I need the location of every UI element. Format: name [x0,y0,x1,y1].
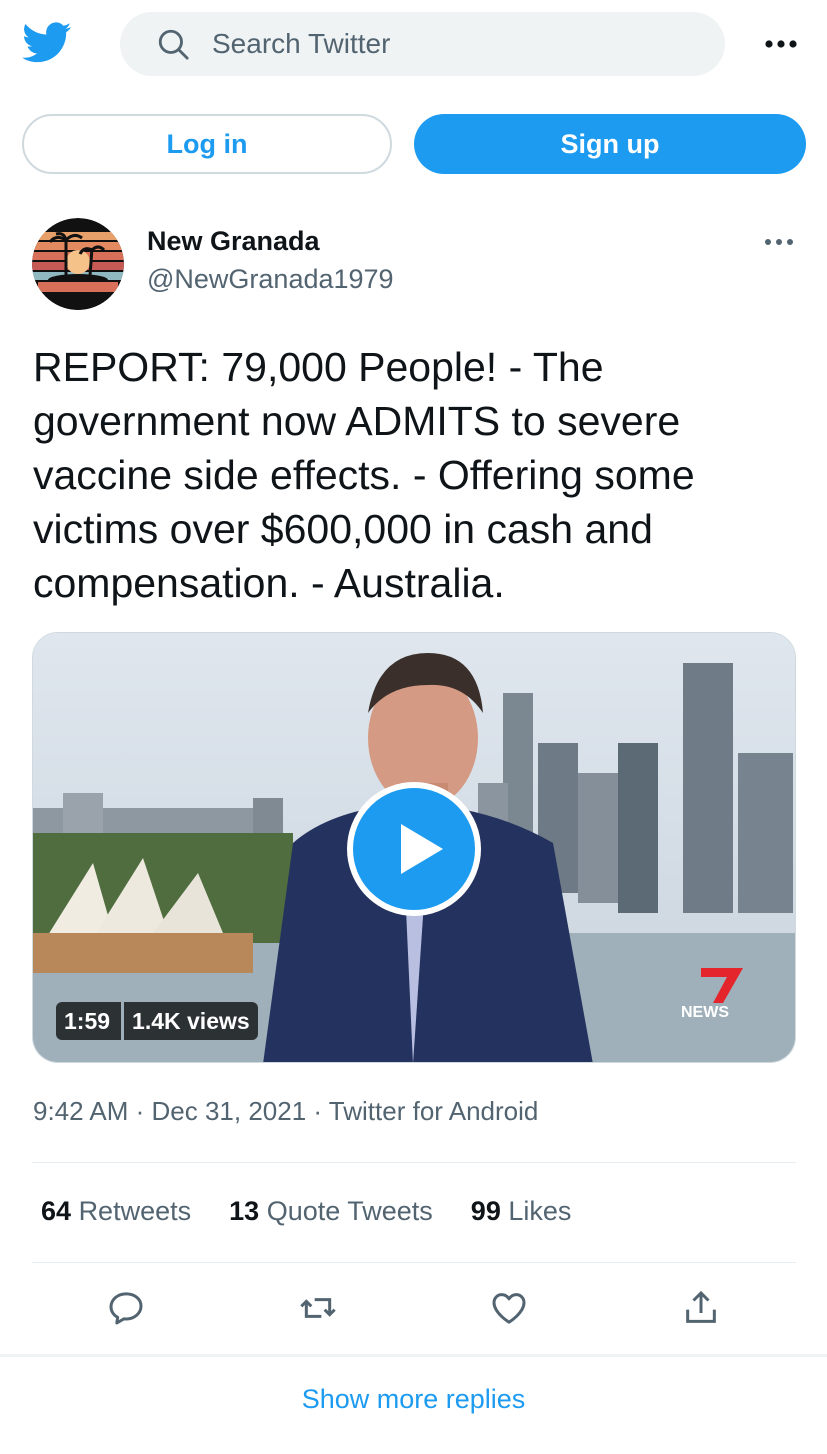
video-duration: 1:59 [56,1002,122,1040]
tweet-stats: 64 Retweets 13 Quote Tweets 99 Likes [41,1196,609,1227]
tweet-page: Search Twitter Log in Sign up New Granad… [0,0,827,1454]
signup-button[interactable]: Sign up [414,114,806,174]
video-info-badge: 1:59 1.4K views [56,1002,258,1040]
video-views: 1.4K views [124,1002,258,1040]
login-button[interactable]: Log in [22,114,392,174]
play-icon[interactable] [347,782,481,916]
retweet-icon[interactable] [298,1288,338,1328]
news-watermark: NEWS [681,1004,729,1021]
share-icon[interactable] [681,1288,721,1328]
likes-stat[interactable]: 99 Likes [471,1196,572,1227]
search-icon [158,29,189,60]
more-horizontal-icon[interactable] [764,38,798,50]
search-input[interactable]: Search Twitter [120,12,725,76]
divider [32,1262,796,1263]
search-placeholder: Search Twitter [212,28,391,59]
reply-icon[interactable] [106,1288,146,1328]
author-display-name[interactable]: New Granada [147,226,320,257]
tweet-more-icon[interactable] [764,237,794,247]
retweets-stat[interactable]: 64 Retweets [41,1196,191,1227]
quotes-stat[interactable]: 13 Quote Tweets [229,1196,433,1227]
show-more-replies-link[interactable]: Show more replies [0,1384,827,1415]
tweet-text: REPORT: 79,000 People! - The government … [33,344,695,606]
like-icon[interactable] [489,1288,529,1328]
tweet-timestamp[interactable]: 9:42 AM · Dec 31, 2021 · Twitter for And… [33,1096,538,1127]
avatar[interactable] [32,218,124,310]
author-handle[interactable]: @NewGranada1979 [147,264,394,295]
divider [32,1162,796,1163]
twitter-bird-icon[interactable] [22,22,72,64]
